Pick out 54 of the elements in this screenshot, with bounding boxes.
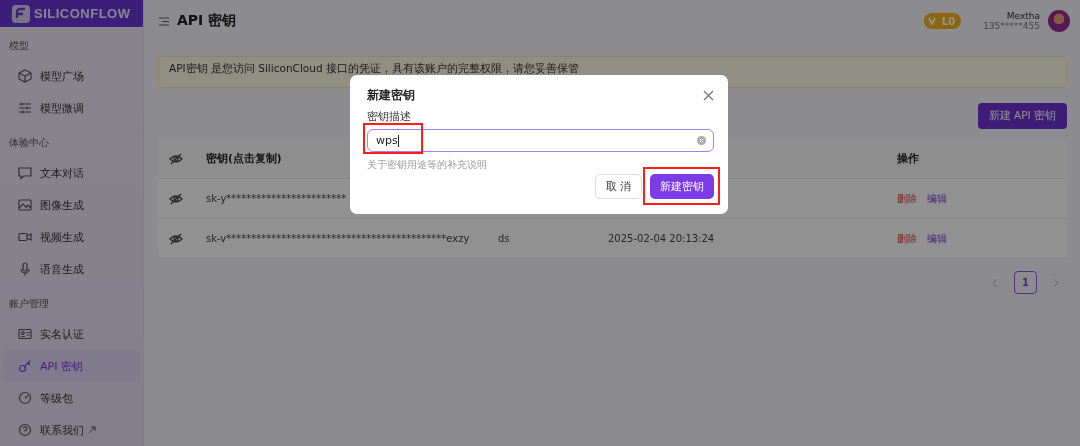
user-name: Mextha: [1006, 11, 1040, 21]
column-header: 操作: [897, 151, 919, 166]
nav-item[interactable]: 文本对话: [3, 157, 140, 189]
chat-icon: [18, 166, 32, 180]
clear-icon[interactable]: [697, 136, 706, 145]
delete-link[interactable]: 删除: [897, 191, 917, 206]
user-phone: 135*****455: [983, 21, 1040, 31]
nav-item[interactable]: 图像生成: [3, 189, 140, 221]
nav-group-label: 账户管理: [8, 297, 50, 311]
help-icon: [18, 423, 32, 437]
eye-off-icon[interactable]: [169, 232, 183, 245]
field-hint: 关于密钥用途等的补充说明: [367, 158, 487, 172]
delete-link[interactable]: 删除: [897, 231, 917, 246]
nav-item[interactable]: 联系我们: [3, 414, 140, 446]
menu-icon[interactable]: [159, 16, 169, 26]
table-cell: ds: [498, 233, 510, 244]
nav-item[interactable]: 等级包: [3, 382, 140, 414]
create-key-button[interactable]: 新建 API 密钥: [977, 103, 1067, 129]
nav-item[interactable]: 模型广场: [3, 60, 140, 92]
key-icon: [18, 359, 32, 373]
gauge-icon: [18, 391, 32, 405]
mic-icon: [18, 262, 32, 276]
nav-item[interactable]: 语音生成: [3, 253, 140, 285]
nav-group-label: 体验中心: [8, 136, 50, 150]
dialog-title: 新建密钥: [367, 87, 415, 104]
api-key-cell[interactable]: sk-y************************: [206, 193, 347, 204]
brand-name: SILICONFLOW: [34, 6, 131, 21]
eye-off-icon[interactable]: [169, 152, 183, 165]
cube-icon: [18, 69, 32, 83]
idcard-icon: [18, 327, 32, 341]
description-field[interactable]: wps: [367, 129, 714, 152]
api-key-cell[interactable]: sk-v********************************************exzy: [206, 233, 470, 244]
image-icon: [18, 198, 32, 212]
nav-group-label: 模型: [8, 39, 30, 53]
table-cell: 2025-02-04 20:13:24: [608, 233, 715, 244]
close-icon[interactable]: [703, 90, 714, 101]
edit-link[interactable]: 编辑: [927, 191, 947, 206]
edit-link[interactable]: 编辑: [927, 231, 947, 246]
submit-button[interactable]: 新建密钥: [650, 174, 714, 199]
logo-icon: [12, 4, 30, 23]
page-title: API 密钥: [177, 12, 237, 30]
sliders-icon: [18, 101, 32, 115]
field-label: 密钥描述: [367, 110, 411, 124]
level-text: L0: [941, 15, 956, 27]
nav-item[interactable]: API 密钥: [3, 350, 140, 382]
eye-off-icon[interactable]: [169, 192, 183, 205]
cancel-button[interactable]: 取 消: [594, 174, 642, 199]
nav-item[interactable]: 视频生成: [3, 221, 140, 253]
column-header: 密钥(点击复制): [206, 151, 282, 166]
page-number[interactable]: 1: [1014, 271, 1037, 294]
avatar[interactable]: [1048, 10, 1070, 32]
nav-item[interactable]: 模型微调: [3, 92, 140, 124]
nav-item[interactable]: 实名认证: [3, 318, 140, 350]
video-icon: [18, 230, 32, 244]
